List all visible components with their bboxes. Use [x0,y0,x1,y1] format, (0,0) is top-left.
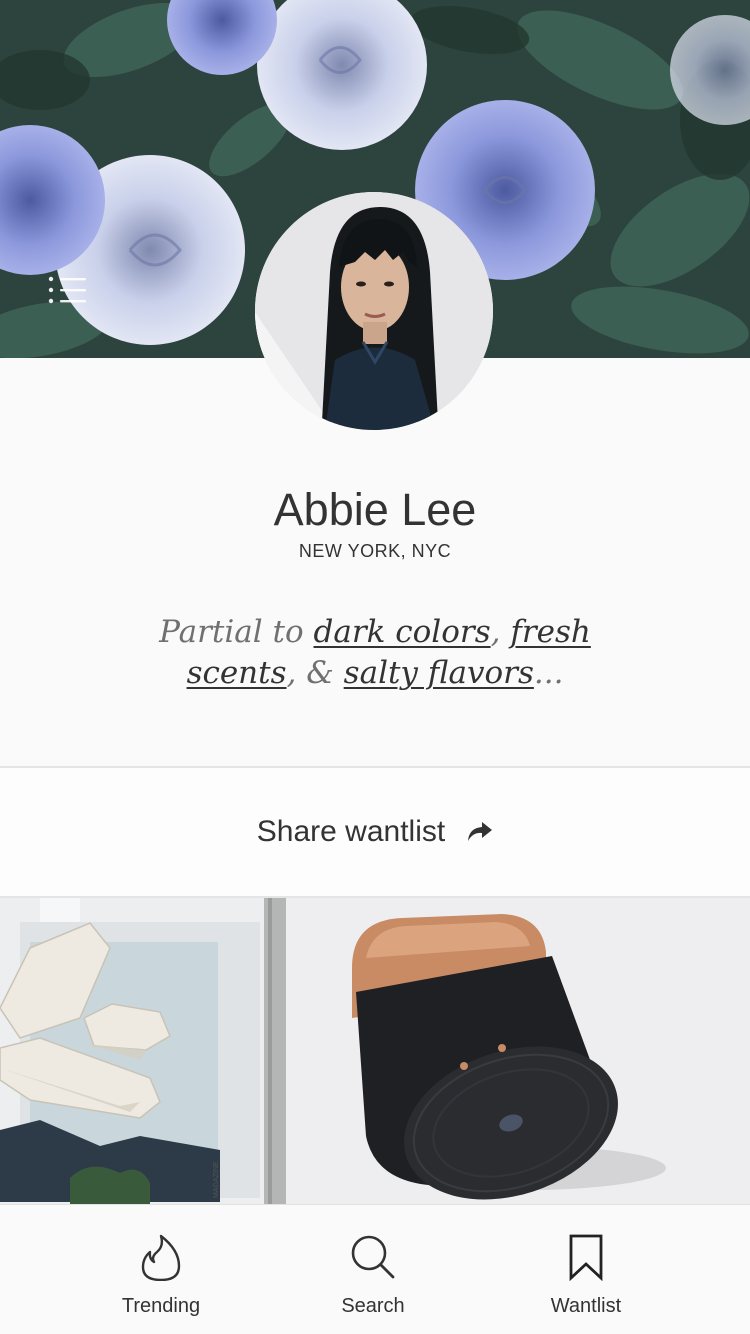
wantlist-grid: MAGAZINE [0,898,750,1204]
book-sculpture-product[interactable]: MAGAZINE [0,898,286,1204]
bio-tag-salty-flavors[interactable]: salty flavors [344,655,534,691]
svg-text:MAGAZINE: MAGAZINE [213,1161,220,1198]
share-arrow-icon [467,820,493,844]
share-wantlist-label: Share wantlist [256,815,446,848]
tab-wantlist[interactable]: Wantlist [496,1205,676,1334]
tab-bar: Trending Search Wantlist [0,1204,750,1334]
profile-name: Abbie Lee [273,484,477,535]
avatar[interactable] [255,192,493,430]
tab-search-label: Search [341,1295,405,1317]
bio-prefix: Partial to [159,614,314,650]
search-icon [349,1233,397,1286]
bookmark-icon [568,1233,604,1286]
bio-separator: , [490,614,511,650]
flame-icon [141,1233,181,1286]
bio-tag-dark-colors[interactable]: dark colors [314,614,491,650]
speaker-product[interactable] [286,898,750,1204]
bio-suffix: ... [533,655,564,691]
profile-bio: Partial to dark colors, fresh scents, & … [140,612,610,694]
share-wantlist-button[interactable]: Share wantlist [0,766,750,898]
profile-location: NEW YORK, NYC [298,541,452,561]
tab-wantlist-label: Wantlist [550,1295,622,1317]
bio-separator: , & [286,655,344,691]
tab-trending[interactable]: Trending [71,1205,251,1334]
tab-search[interactable]: Search [283,1205,463,1334]
menu-list-icon[interactable] [48,274,88,306]
tab-trending-label: Trending [121,1295,201,1317]
